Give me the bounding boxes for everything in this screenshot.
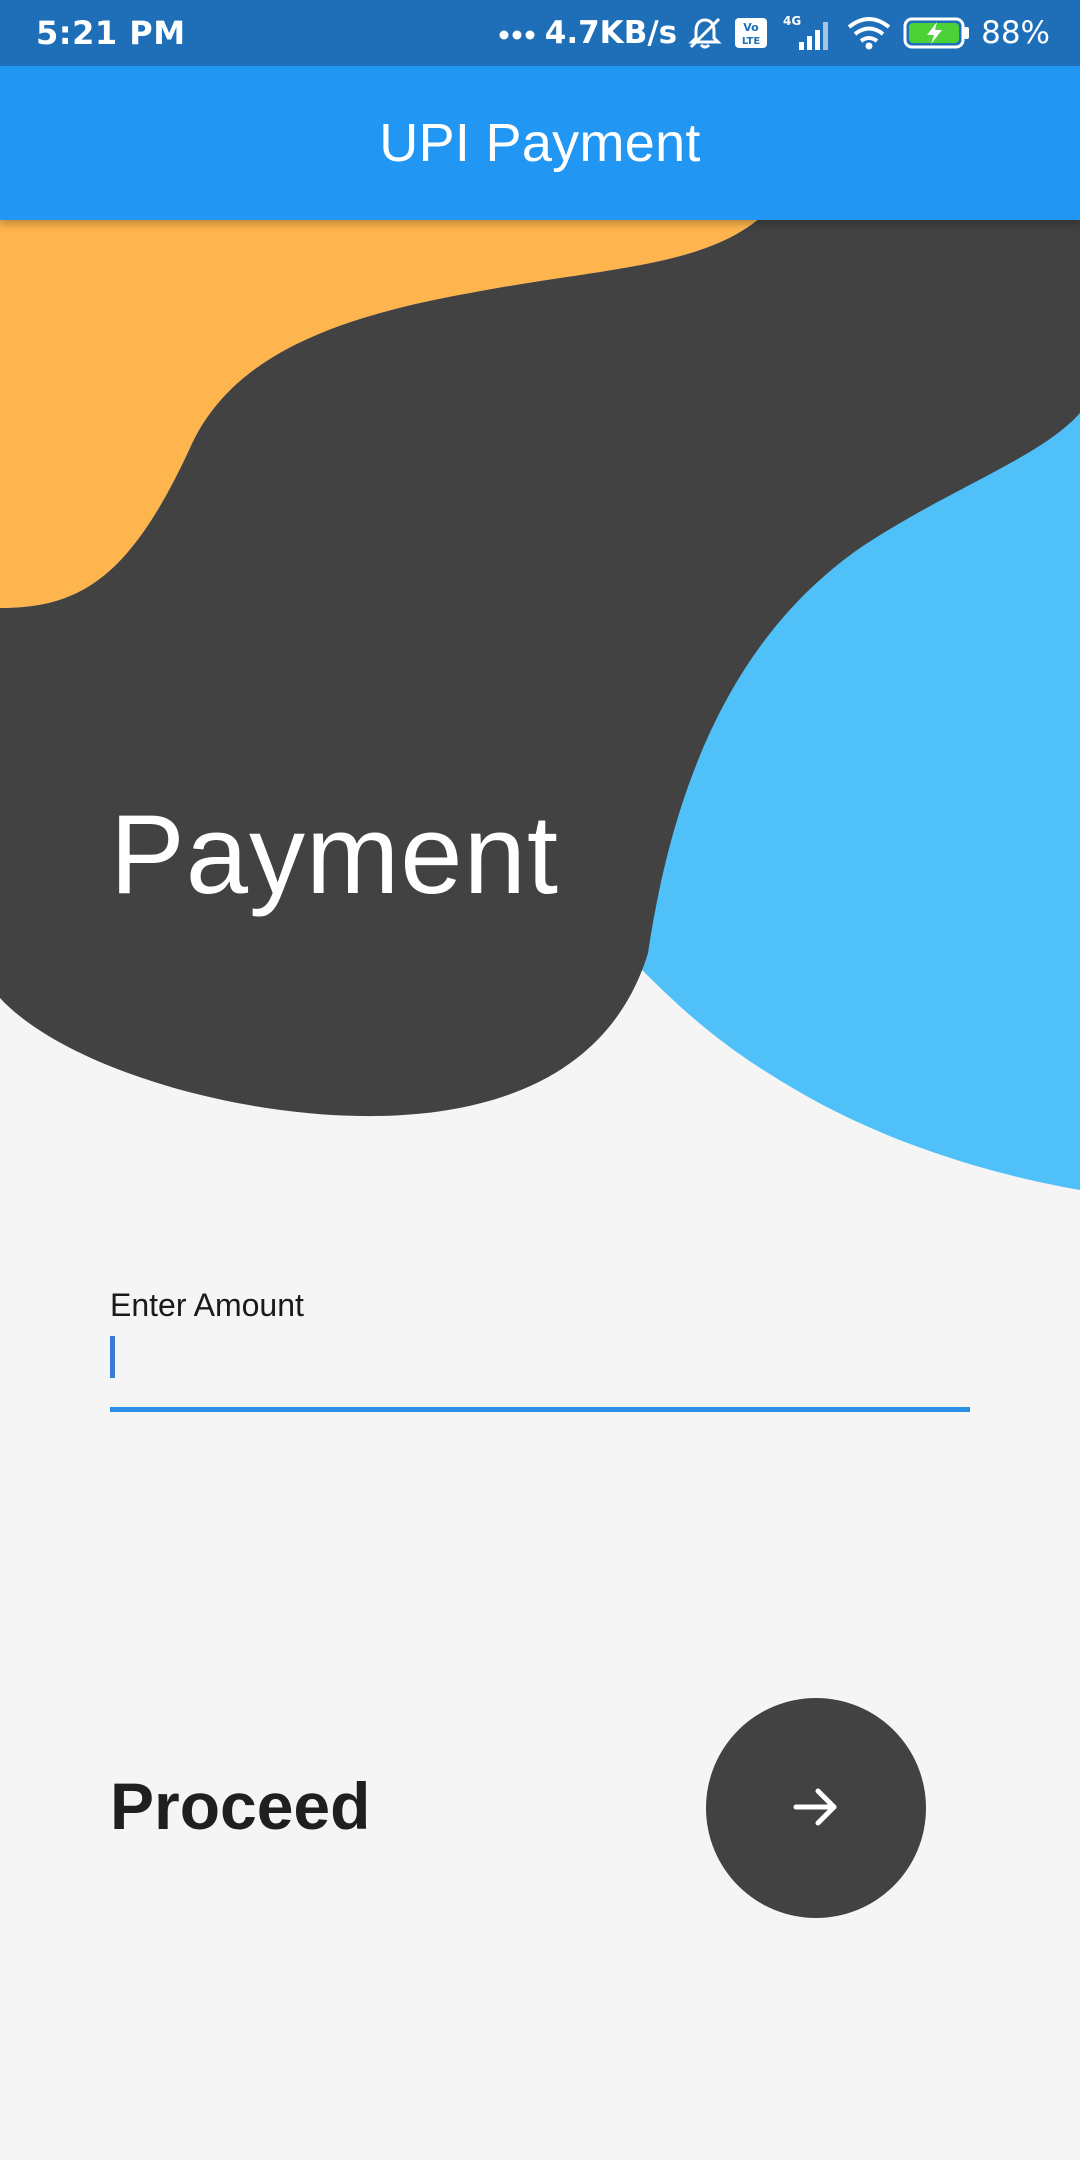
proceed-button[interactable] [706,1698,926,1918]
amount-label: Enter Amount [110,1287,304,1323]
proceed-label: Proceed [110,1769,371,1843]
volte-icon: Vo LTE [733,16,769,50]
more-dots-icon [499,26,535,40]
text-caret [110,1336,115,1378]
battery-charging-icon [903,16,971,50]
arrow-right-icon [788,1779,844,1838]
amount-input[interactable] [110,1328,970,1412]
svg-text:LTE: LTE [742,36,761,47]
battery-level: 88% [981,15,1050,51]
volte-top: Vo [743,21,759,34]
app-bar: UPI Payment [0,66,1080,220]
status-icons: 4.7KB/s Vo LTE 4G 88% [499,12,1050,54]
network-type: 4G [783,14,801,28]
status-bar: 5:21 PM 4.7KB/s Vo LTE 4G 88% [0,0,1080,66]
wifi-icon [845,15,893,51]
app-title: UPI Payment [379,113,701,173]
signal-icon: 4G [779,14,835,52]
mute-bell-icon [687,15,723,51]
hero-title: Payment [110,792,559,917]
screen: 5:21 PM 4.7KB/s Vo LTE 4G 88% UPI Paymen… [0,0,1080,2160]
status-time: 5:21 PM [36,14,186,52]
network-speed: 4.7KB/s [544,15,678,51]
decorative-blobs [0,218,1080,1190]
